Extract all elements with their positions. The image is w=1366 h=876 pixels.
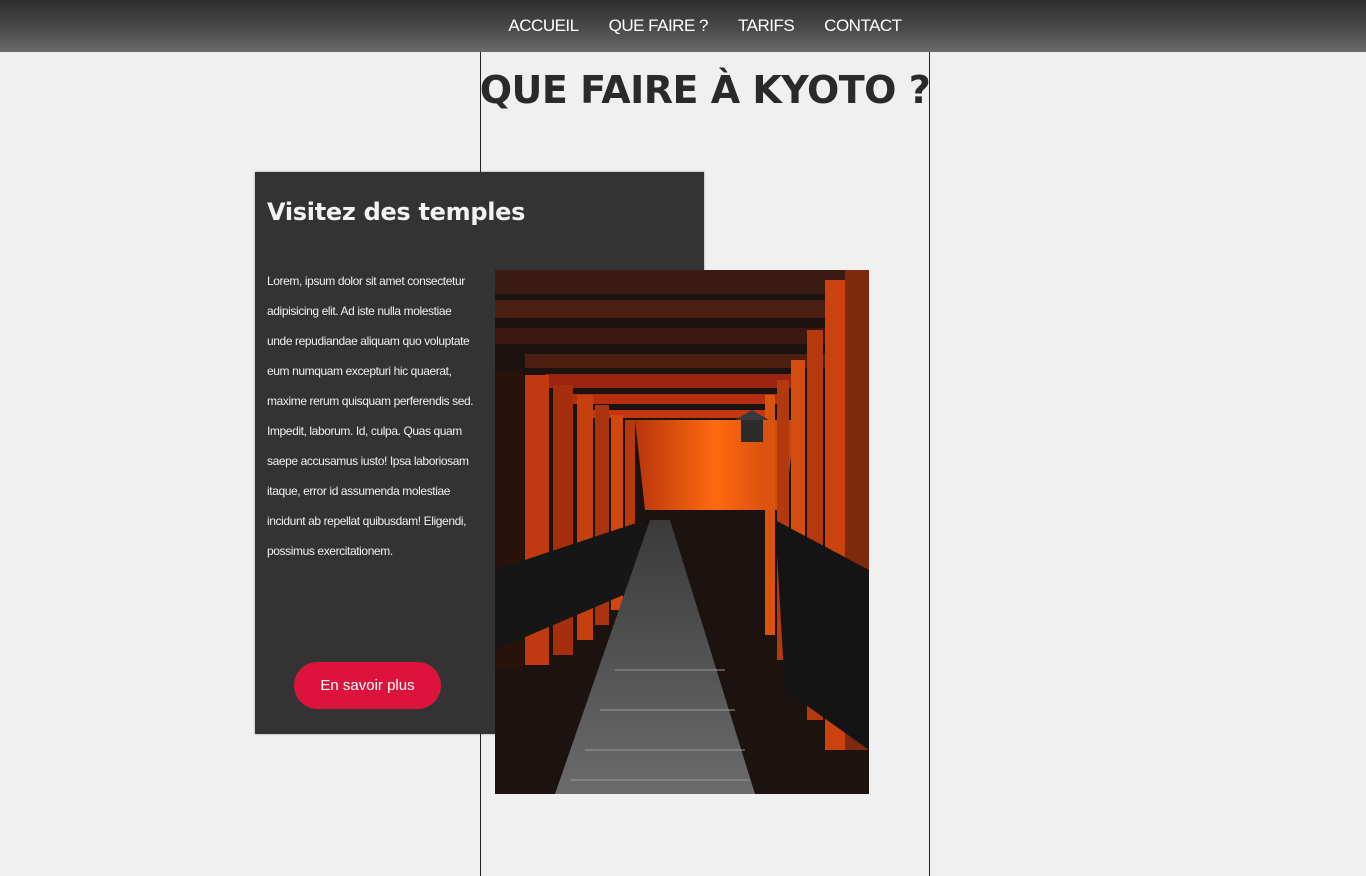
top-navigation-bar: ACCUEIL QUE FAIRE ? TARIFS CONTACT bbox=[0, 0, 1366, 52]
nav-item-tarifs: TARIFS bbox=[738, 16, 795, 36]
column-divider-right bbox=[929, 52, 930, 876]
nav-item-que-faire: QUE FAIRE ? bbox=[609, 16, 709, 36]
nav-item-contact: CONTACT bbox=[824, 16, 902, 36]
card-title: Visitez des temples bbox=[267, 198, 526, 226]
card-description: Lorem, ipsum dolor sit amet consectetur … bbox=[267, 274, 474, 558]
nav-link-accueil[interactable]: ACCUEIL bbox=[508, 16, 579, 35]
nav-item-accueil: ACCUEIL bbox=[508, 16, 579, 36]
nav-link-contact[interactable]: CONTACT bbox=[824, 16, 902, 35]
learn-more-button[interactable]: En savoir plus bbox=[294, 662, 441, 709]
nav-link-tarifs[interactable]: TARIFS bbox=[738, 16, 795, 35]
torii-gates-photo bbox=[495, 270, 869, 794]
page-title: QUE FAIRE À KYOTO ? bbox=[479, 68, 931, 112]
torii-gates-illustration bbox=[495, 270, 869, 794]
nav-link-que-faire[interactable]: QUE FAIRE ? bbox=[609, 16, 709, 35]
nav-menu: ACCUEIL QUE FAIRE ? TARIFS CONTACT bbox=[508, 16, 902, 36]
